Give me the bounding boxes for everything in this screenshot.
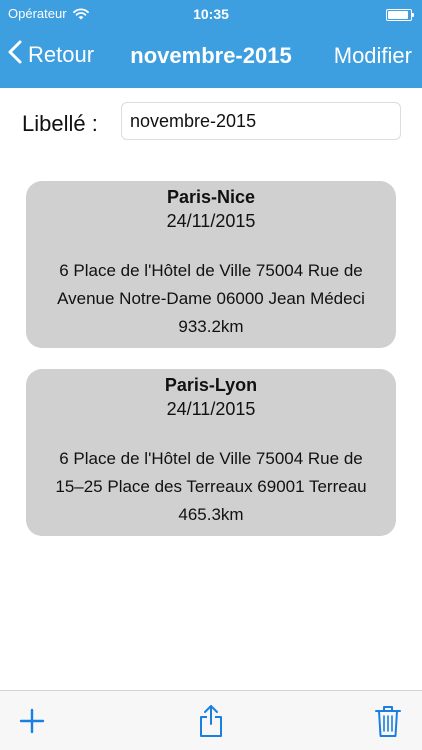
- trip-destination: 15–25 Place des Terreaux 69001 Terreau: [55, 477, 367, 496]
- trip-date: 24/11/2015: [166, 399, 256, 419]
- trip-card[interactable]: Paris-Lyon 24/11/2015 6 Place de l'Hôtel…: [26, 369, 396, 536]
- trip-title: Paris-Nice: [166, 187, 256, 207]
- trip-destination: Avenue Notre-Dame 06000 Jean Médeci: [57, 289, 365, 308]
- trip-title: Paris-Lyon: [164, 375, 258, 395]
- plus-icon: [19, 708, 45, 739]
- trip-origin: 6 Place de l'Hôtel de Ville 75004 Rue de: [59, 261, 363, 280]
- trip-distance: 465.3km: [178, 505, 244, 524]
- label-caption: Libellé :: [22, 111, 98, 136]
- trip-spacer: [26, 233, 396, 257]
- share-button[interactable]: [191, 703, 231, 743]
- battery-tip: [412, 13, 414, 17]
- navigation-bar: Retour novembre-2015 Modifier: [0, 30, 422, 88]
- battery-icon: [386, 9, 414, 21]
- trip-date: 24/11/2015: [166, 211, 256, 231]
- clock: 10:35: [193, 6, 229, 22]
- trip-card[interactable]: Paris-Nice 24/11/2015 6 Place de l'Hôtel…: [26, 181, 396, 348]
- label-row: Libellé :: [0, 100, 422, 144]
- trip-origin: 6 Place de l'Hôtel de Ville 75004 Rue de: [59, 449, 363, 468]
- delete-button[interactable]: [368, 703, 408, 743]
- bottom-toolbar: [0, 690, 422, 750]
- add-button[interactable]: [12, 703, 52, 743]
- trip-spacer: [26, 421, 396, 445]
- edit-button[interactable]: Modifier: [334, 43, 412, 69]
- top-bar: Opérateur 10:35 Retour novembre-2015 Mod…: [0, 0, 422, 88]
- battery-fill: [388, 11, 408, 19]
- screen: Opérateur 10:35 Retour novembre-2015 Mod…: [0, 0, 422, 750]
- trip-distance: 933.2km: [178, 317, 244, 336]
- label-input[interactable]: [121, 102, 401, 140]
- share-icon: [198, 704, 224, 743]
- status-bar: Opérateur 10:35: [0, 0, 422, 30]
- trash-icon: [374, 704, 402, 743]
